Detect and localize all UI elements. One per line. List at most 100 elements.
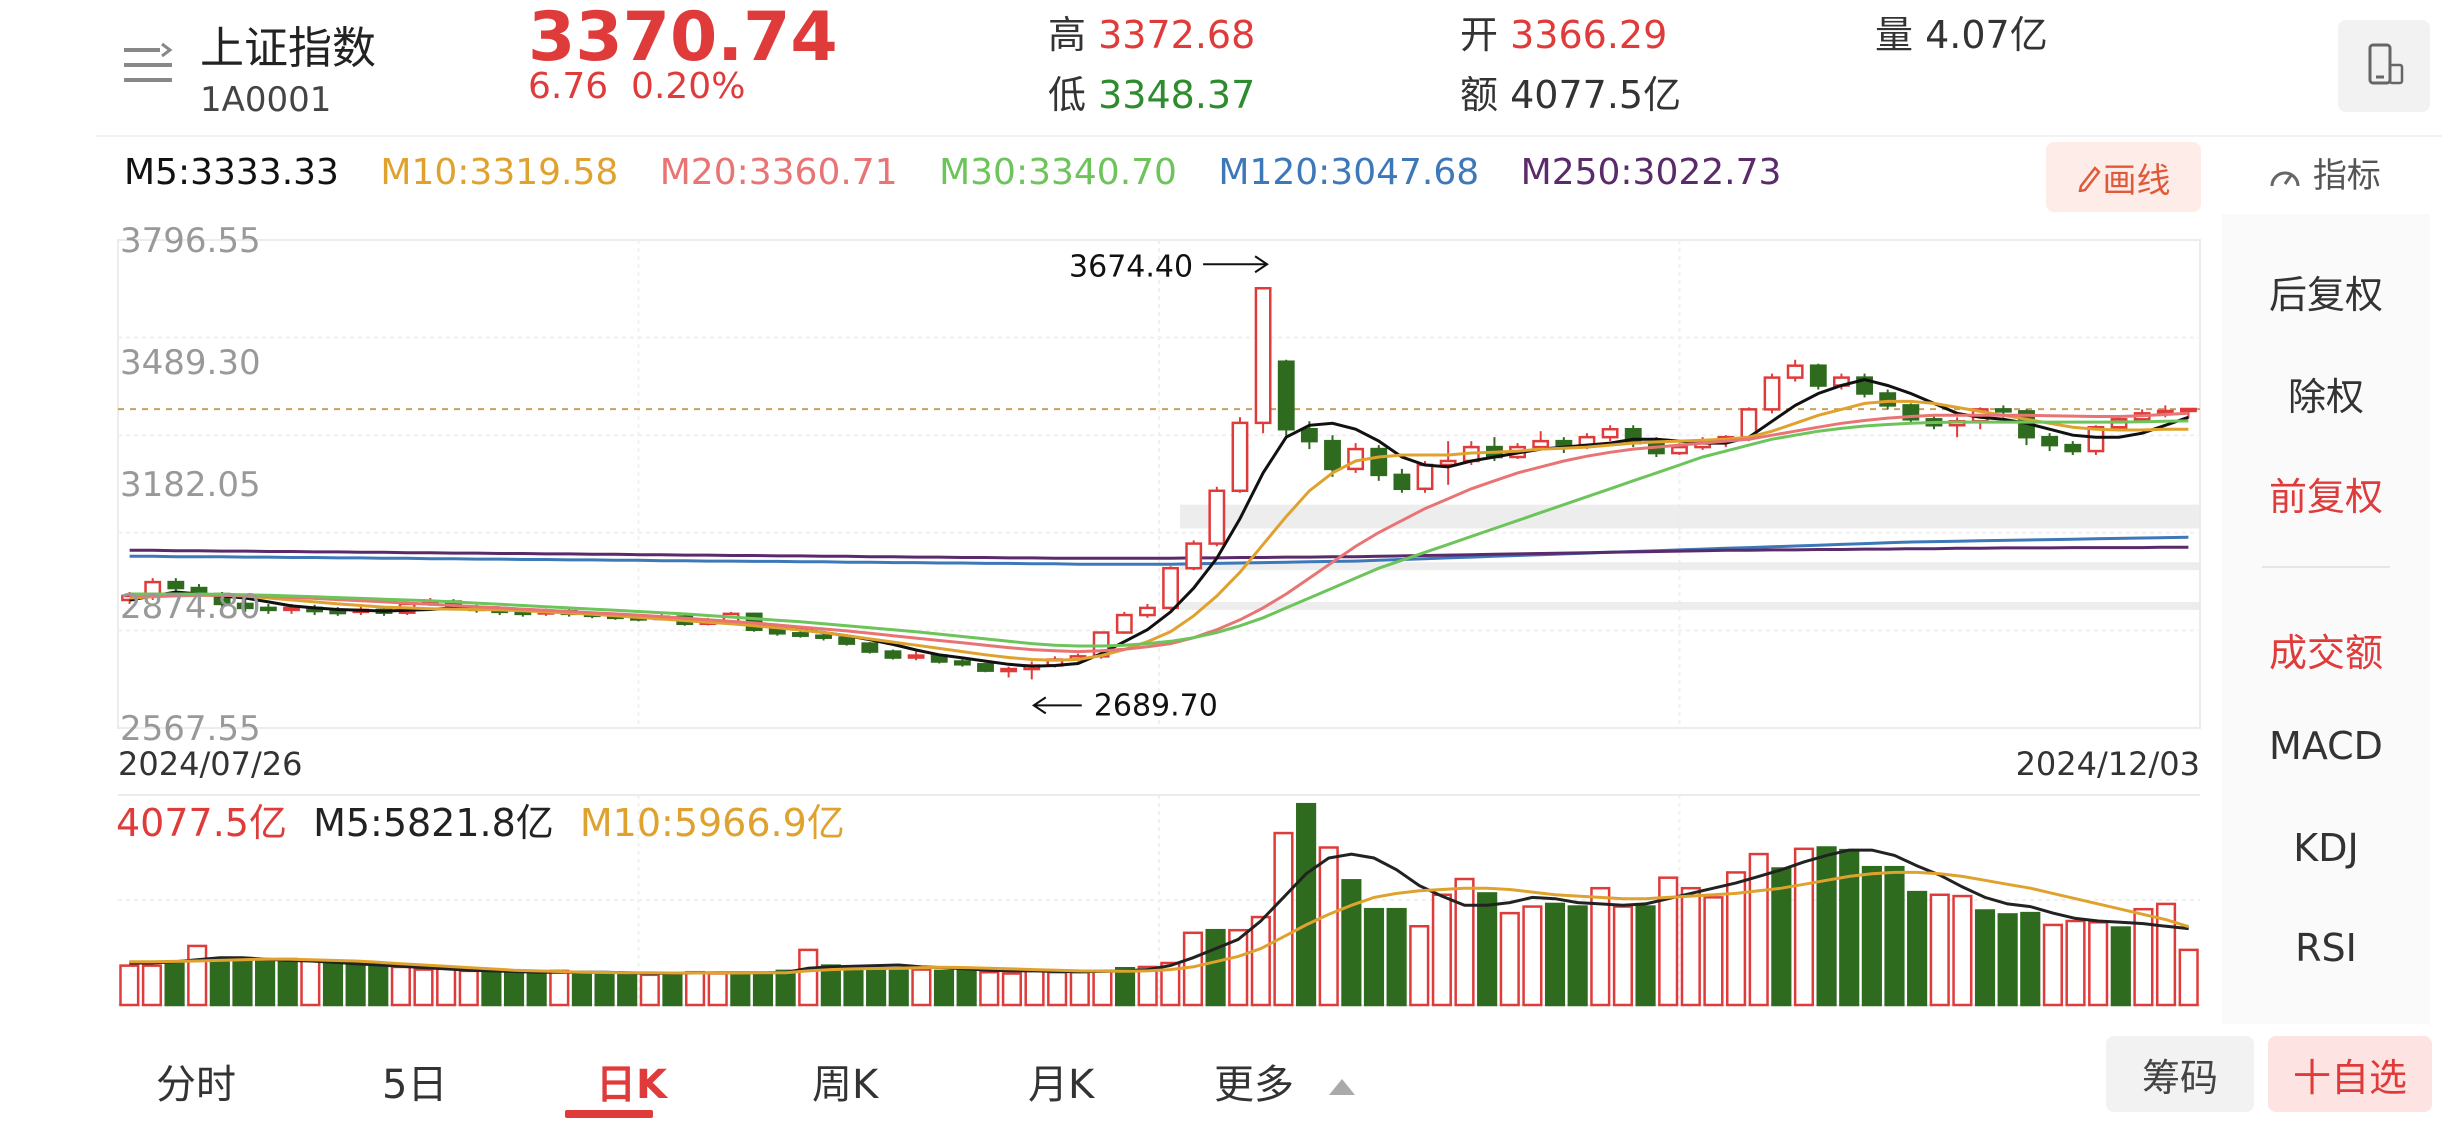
volume-bar-down [2020, 911, 2041, 1007]
candle-down [792, 632, 809, 637]
volume-bar-up [1680, 886, 1701, 1007]
volume-bar-down [1974, 909, 1996, 1007]
candle-up [1115, 613, 1133, 634]
volume-bar-up [458, 969, 479, 1007]
candle-up [1786, 364, 1804, 379]
volume-bar-down [1997, 913, 2018, 1007]
volume-bar-up [2065, 919, 2086, 1007]
candle-up [1671, 445, 1688, 455]
volume-bar-down [1114, 967, 1136, 1007]
volume-bar-down [752, 972, 774, 1007]
candle-up [1532, 439, 1550, 449]
volume-bar-up [1703, 896, 1724, 1007]
volume-bar-down [594, 972, 615, 1007]
y-tick-label: 3796.55 [120, 221, 261, 261]
volume-bar-up [1024, 969, 1045, 1007]
candle-up [1139, 606, 1156, 617]
candle-up [1185, 542, 1203, 570]
volume-bar-up [1431, 893, 1452, 1007]
candle-down [1809, 364, 1827, 387]
candle-up [2180, 407, 2197, 413]
volume-bar-up [413, 968, 434, 1007]
volume-bar-down [933, 969, 955, 1007]
volume-bar-down [843, 967, 864, 1007]
caret-up-icon [1328, 1079, 1355, 1095]
volume-bar-down [1907, 890, 1928, 1007]
candle-down [768, 628, 786, 635]
volume-bar-down [1386, 907, 1407, 1007]
volume-legend-ma5: M5:5821.8亿 [313, 801, 554, 845]
active-tab-indicator [565, 1110, 653, 1118]
candle-down [815, 634, 832, 639]
volume-bar-up [707, 972, 728, 1007]
volume-bar-down [1839, 848, 1860, 1007]
candle-up [907, 654, 925, 659]
volume-bar-down [956, 968, 977, 1007]
volume-bar-up [1499, 911, 1520, 1007]
tab-5day[interactable]: 5日 [382, 1052, 447, 1110]
tab-daily-k[interactable]: 日K [596, 1052, 667, 1110]
tab-more[interactable]: 更多 [1214, 1052, 1357, 1110]
volume-bar-down [1544, 902, 1566, 1007]
volume-bar-up [187, 944, 208, 1007]
kline-chart[interactable]: 3796.553489.303182.052874.802567.552024/… [0, 0, 2442, 1030]
volume-bar-down [368, 961, 389, 1007]
volume-bar-down [1363, 907, 1385, 1007]
volume-bar-down [1567, 905, 1588, 1007]
x-end-label: 2024/12/03 [2016, 745, 2200, 783]
volume-bar-down [322, 961, 344, 1007]
candle-down [1994, 408, 2012, 413]
candle-down [259, 606, 277, 612]
volume-bar-down [866, 967, 887, 1007]
volume-bar-up [979, 970, 1000, 1007]
chips-button[interactable]: 筹码 [2106, 1036, 2254, 1112]
candle-down [838, 636, 856, 645]
tab-monthly-k[interactable]: 月K [1028, 1052, 1094, 1110]
candle-up [1254, 287, 1272, 425]
volume-bar-down [481, 970, 502, 1007]
volume-bar-down [1477, 892, 1498, 1007]
volume-bar-up [798, 948, 819, 1007]
support-band [1180, 601, 2200, 610]
tab-weekly-k[interactable]: 周K [812, 1052, 878, 1110]
tab-intraday[interactable]: 分时 [156, 1052, 236, 1110]
volume-bar-up [549, 969, 570, 1007]
candle-up [1763, 376, 1781, 411]
volume-bar-up [390, 965, 411, 1007]
volume-bar-up [1318, 846, 1339, 1007]
candle-up [1231, 421, 1249, 493]
volume-bar-up [119, 964, 140, 1007]
volume-bar-up [300, 959, 321, 1007]
volume-bar-down [209, 957, 230, 1007]
low-annotation: 2689.70 [1094, 688, 1218, 723]
candle-down [1879, 392, 1897, 407]
volume-bar-up [2178, 948, 2199, 1007]
volume-bar-up [2088, 921, 2109, 1007]
volume-bar-down [1205, 928, 1226, 1007]
volume-bar-down [775, 969, 796, 1007]
volume-bar-up [1952, 894, 1973, 1007]
x-start-label: 2024/07/26 [118, 745, 302, 783]
volume-bar-down [820, 964, 841, 1007]
candle-down [953, 660, 971, 666]
volume-bar-up [1409, 925, 1430, 1007]
volume-bar-up [1001, 972, 1022, 1007]
volume-bar-up [1137, 965, 1158, 1007]
volume-bar-down [571, 970, 592, 1007]
candle-down [2064, 443, 2082, 453]
candle-down [884, 650, 902, 659]
volume-bar-up [1250, 915, 1271, 1007]
y-tick-label: 2874.80 [120, 587, 261, 627]
candle-up [283, 606, 300, 612]
volume-bar-down [232, 960, 253, 1007]
candle-down [329, 609, 347, 615]
volume-bar-down [888, 969, 909, 1007]
volume-bar-up [1047, 970, 1068, 1007]
volume-bar-up [639, 973, 660, 1007]
volume-bar-up [1092, 969, 1113, 1007]
add-favorite-button[interactable]: 十自选 [2268, 1036, 2432, 1112]
volume-bar-down [526, 970, 547, 1007]
volume-bar-down [1296, 802, 1317, 1007]
volume-legend-value: 4077.5亿 [116, 801, 287, 845]
volume-bar-up [141, 964, 163, 1007]
